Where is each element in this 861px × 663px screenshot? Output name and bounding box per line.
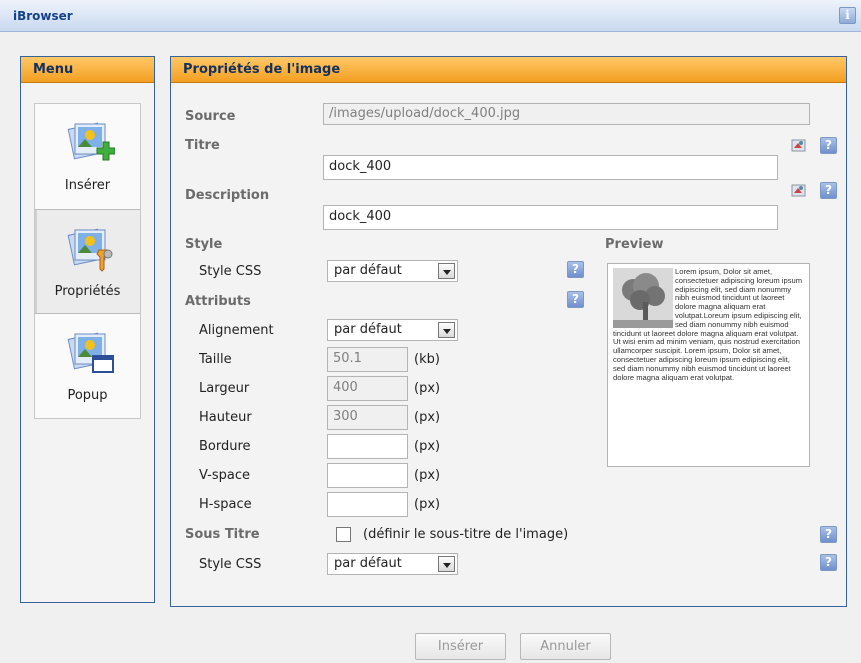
preview-label: Preview [605,237,664,252]
taille-label: Taille [199,352,232,367]
taille-field: 50.1 [327,347,408,372]
attributs-label: Attributs [185,294,251,309]
style-css-label: Style CSS [199,264,262,279]
chevron-down-icon[interactable] [438,322,455,338]
sous-titre-style-css-label: Style CSS [199,557,262,572]
bordure-field[interactable] [327,434,408,459]
sous-titre-checkbox[interactable] [336,527,351,542]
window-title: iBrowser [13,9,73,23]
help-icon[interactable]: ? [567,261,584,278]
chevron-down-icon[interactable] [438,556,455,572]
properties-image-icon [67,228,113,272]
description-field[interactable]: dock_400 [323,205,778,230]
cancel-button[interactable]: Annuler [520,633,611,660]
alignement-select[interactable]: par défaut [327,319,458,341]
help-icon[interactable]: ? [567,291,584,308]
preview-box: Lorem ipsum, Dolor sit amet, consectetue… [607,263,810,467]
menu-item-label: Popup [67,388,108,403]
style-css-select[interactable]: par défaut [327,260,458,282]
sous-titre-label: Sous Titre [185,527,260,542]
help-icon[interactable]: ? [820,526,837,543]
properties-header: Propriétés de l'image [171,57,846,83]
vspace-field[interactable] [327,463,408,488]
menu-list: Insérer Propriétés Popup [34,103,141,419]
hspace-field[interactable] [327,492,408,517]
menu-item-insert[interactable]: Insérer [35,104,140,209]
chevron-down-icon[interactable] [438,263,455,279]
bordure-unit: (px) [414,439,441,454]
largeur-label: Largeur [199,381,250,396]
titre-label: Titre [185,138,220,153]
help-icon[interactable]: ? [820,554,837,571]
description-label: Description [185,188,270,203]
menu-item-popup[interactable]: Popup [35,314,140,419]
hauteur-unit: (px) [414,410,441,425]
properties-panel: Propriétés de l'image Source /images/upl… [170,56,847,607]
source-label: Source [185,109,236,124]
edit-tool-icon[interactable] [790,137,807,154]
taille-unit: (kb) [414,352,440,367]
hspace-unit: (px) [414,497,441,512]
largeur-field[interactable]: 400 [327,376,408,401]
bordure-label: Bordure [199,439,251,454]
hspace-label: H-space [199,497,252,512]
hauteur-field[interactable]: 300 [327,405,408,430]
menu-item-label: Insérer [64,178,111,193]
hauteur-label: Hauteur [199,410,252,425]
edit-tool-icon[interactable] [790,182,807,199]
sous-titre-style-value: par défaut [334,556,402,571]
insert-button[interactable]: Insérer [415,633,506,660]
insert-image-icon [67,122,115,161]
info-icon[interactable]: i [839,7,856,24]
menu-panel: Menu Insérer Propriétés Popup [20,56,155,603]
titre-field[interactable]: dock_400 [323,155,778,180]
preview-tree-image [613,268,673,328]
style-css-value: par défaut [334,263,402,278]
menu-item-properties[interactable]: Propriétés [35,209,140,314]
menu-header: Menu [21,57,154,83]
alignement-value: par défaut [334,322,402,337]
help-icon[interactable]: ? [820,137,837,154]
source-field: /images/upload/dock_400.jpg [323,103,810,125]
menu-item-label: Propriétés [54,284,121,299]
sous-titre-checkbox-label: (définir le sous-titre de l'image) [363,527,569,542]
popup-image-icon [67,332,114,373]
vspace-unit: (px) [414,468,441,483]
vspace-label: V-space [199,468,250,483]
window-titlebar: iBrowser i [0,0,861,32]
alignement-label: Alignement [199,323,274,338]
help-icon[interactable]: ? [820,182,837,199]
sous-titre-style-select[interactable]: par défaut [327,553,458,575]
largeur-unit: (px) [414,381,441,396]
style-label: Style [185,237,223,252]
